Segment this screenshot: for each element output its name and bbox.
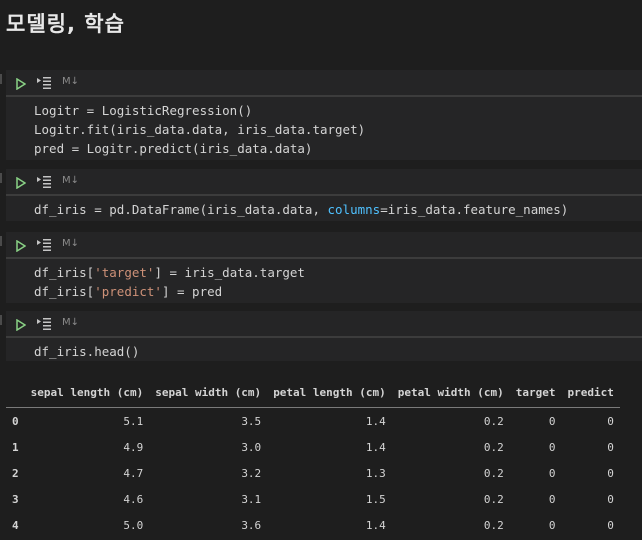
run-below-icon[interactable]	[36, 238, 52, 252]
table-cell: 0	[607, 466, 614, 480]
table-cell: 1.4	[365, 440, 386, 454]
code-cell-3[interactable]: M↓ df_iris['target'] = iris_data.target d…	[0, 232, 642, 303]
code-token: ] = iris_data.target	[154, 265, 305, 280]
column-header: sepal width (cm)	[149, 380, 268, 408]
code-line: df_iris = pd.DataFrame(iris_data.data, c…	[34, 200, 642, 219]
code-line: df_iris.head()	[34, 344, 140, 359]
table-cell: 1.4	[365, 414, 386, 428]
cell-type-markdown-label[interactable]: M↓	[62, 238, 79, 249]
code-editor[interactable]: df_iris.head()	[6, 338, 642, 361]
code-keyword: columns	[327, 202, 381, 217]
cell-toolbar: M↓	[6, 232, 642, 259]
table-cell: 0	[607, 492, 614, 506]
table-row: 3 4.6 3.1 1.5 0.2 0 0	[6, 486, 620, 512]
table-cell: 1.4	[365, 518, 386, 532]
cell-focus-bar	[0, 74, 2, 84]
code-cell-1[interactable]: M↓ Logitr = LogisticRegression() Logitr.f…	[0, 70, 642, 160]
table-cell: 0	[548, 414, 556, 428]
table-header-row: sepal length (cm) sepal width (cm) petal…	[6, 380, 620, 408]
table-row: 4 5.0 3.6 1.4 0.2 0 0	[6, 512, 620, 538]
code-line: pred = Logitr.predict(iris_data.data)	[34, 141, 313, 156]
column-header: petal width (cm)	[391, 380, 510, 408]
table-cell: 0.2	[483, 518, 504, 532]
column-header: target	[509, 380, 562, 408]
row-index-cell: 3	[12, 492, 19, 506]
table-cell: 0.2	[483, 440, 504, 454]
table-cell: 0	[548, 466, 556, 480]
table-row: 1 4.9 3.0 1.4 0.2 0 0	[6, 434, 620, 460]
cell-focus-bar	[0, 173, 2, 183]
code-line: df_iris['predict'] = pred	[34, 282, 642, 301]
run-cell-icon[interactable]	[16, 78, 26, 90]
dataframe-output: sepal length (cm) sepal width (cm) petal…	[6, 380, 620, 538]
table-cell: 1.5	[365, 492, 386, 506]
table-row: 0 5.1 3.5 1.4 0.2 0 0	[6, 408, 620, 435]
table-cell: 1.3	[365, 466, 386, 480]
cell-focus-bar	[0, 315, 2, 325]
table-cell: 3.0	[241, 440, 262, 454]
column-header-index	[6, 380, 25, 408]
code-string: 'target'	[94, 265, 155, 280]
code-line: Logitr = LogisticRegression()	[34, 103, 253, 118]
table-cell: 4.7	[123, 466, 144, 480]
table-cell: 0	[548, 518, 556, 532]
run-cell-icon[interactable]	[16, 319, 26, 331]
table-cell: 3.6	[241, 518, 262, 532]
table-cell: 0.2	[483, 414, 504, 428]
cell-type-markdown-label[interactable]: M↓	[62, 317, 79, 328]
run-cell-icon[interactable]	[16, 177, 26, 189]
code-token: df_iris[	[34, 265, 95, 280]
table-cell: 0	[548, 440, 556, 454]
table-cell: 3.5	[241, 414, 262, 428]
code-token: =iris_data.feature_names)	[380, 202, 569, 217]
column-header: petal length (cm)	[267, 380, 392, 408]
code-editor[interactable]: df_iris = pd.DataFrame(iris_data.data, c…	[6, 196, 642, 221]
table-cell: 0	[607, 518, 614, 532]
row-index-cell: 4	[12, 518, 19, 532]
table-cell: 3.1	[241, 492, 262, 506]
cell-toolbar: M↓	[6, 70, 642, 97]
cell-focus-bar	[0, 236, 2, 246]
code-token: ] = pred	[161, 284, 223, 299]
code-cell-4[interactable]: M↓ df_iris.head()	[0, 311, 642, 361]
table-cell: 4.6	[123, 492, 144, 506]
table-cell: 5.0	[123, 518, 144, 532]
run-cell-icon[interactable]	[16, 240, 26, 252]
table-cell: 0.2	[483, 492, 504, 506]
code-line: Logitr.fit(iris_data.data, iris_data.tar…	[34, 122, 366, 137]
table-cell: 0	[607, 414, 614, 428]
code-token: df_iris[	[34, 284, 95, 299]
code-line: df_iris['target'] = iris_data.target	[34, 263, 642, 282]
code-editor[interactable]: Logitr = LogisticRegression() Logitr.fit(…	[6, 97, 642, 160]
row-index-cell: 1	[12, 440, 19, 454]
code-cell-2[interactable]: M↓ df_iris = pd.DataFrame(iris_data.data…	[0, 169, 642, 221]
cell-toolbar: M↓	[6, 311, 642, 338]
table-cell: 4.9	[123, 440, 144, 454]
section-heading: 모델링, 학습	[6, 12, 125, 36]
run-below-icon[interactable]	[36, 76, 52, 90]
code-editor[interactable]: df_iris['target'] = iris_data.target df_i…	[6, 259, 642, 303]
column-header: sepal length (cm)	[24, 380, 150, 408]
code-token: df_iris = pd.DataFrame(iris_data.data,	[34, 202, 328, 217]
table-row: 2 4.7 3.2 1.3 0.2 0 0	[6, 460, 620, 486]
table-cell: 0	[607, 440, 614, 454]
row-index-cell: 0	[12, 414, 19, 428]
table-cell: 0	[548, 492, 556, 506]
code-string: 'predict'	[94, 284, 162, 299]
row-index-cell: 2	[12, 466, 19, 480]
cell-type-markdown-label[interactable]: M↓	[62, 175, 79, 186]
run-below-icon[interactable]	[36, 175, 52, 189]
run-below-icon[interactable]	[36, 317, 52, 331]
cell-toolbar: M↓	[6, 169, 642, 196]
cell-type-markdown-label[interactable]: M↓	[62, 76, 79, 87]
table-cell: 5.1	[123, 414, 144, 428]
column-header: predict	[561, 380, 620, 408]
table-cell: 3.2	[241, 466, 262, 480]
table-cell: 0.2	[483, 466, 504, 480]
